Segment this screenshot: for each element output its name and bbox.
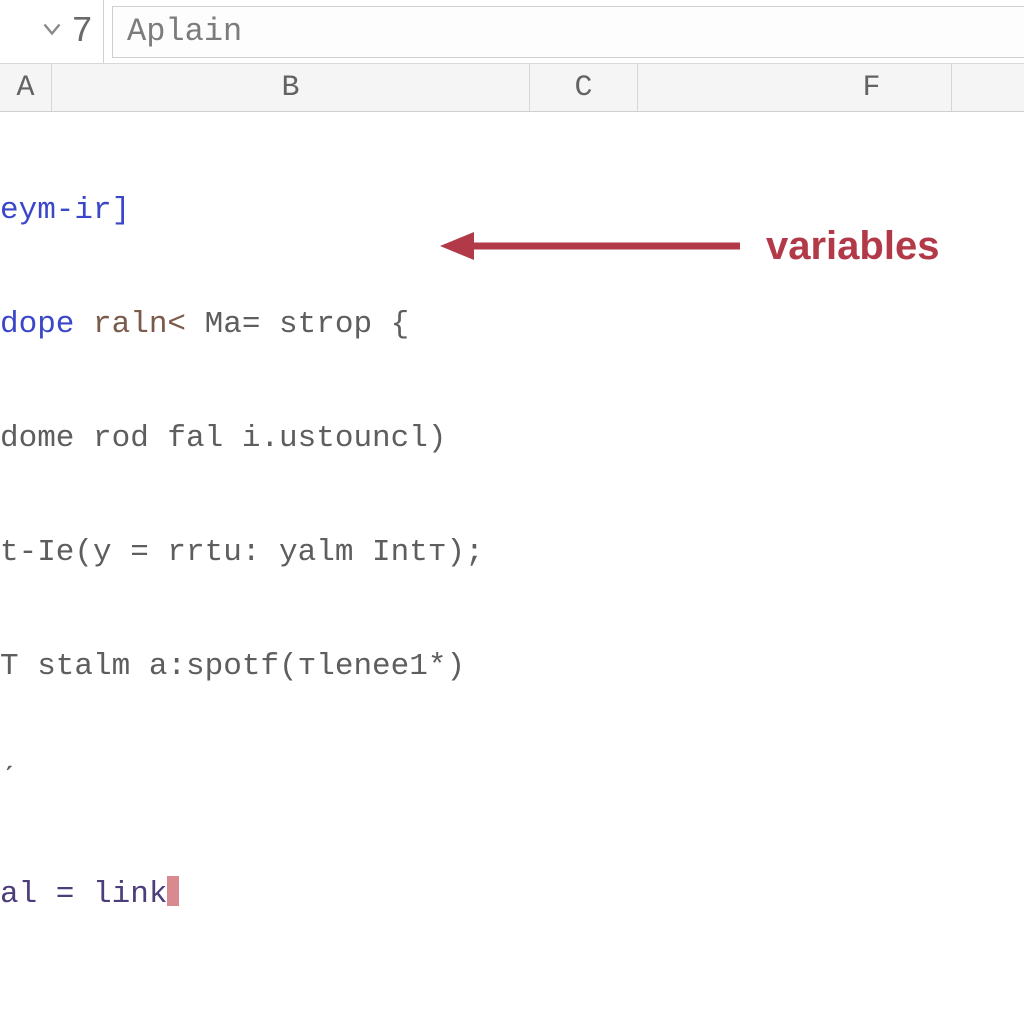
column-header-gap [638, 64, 792, 111]
column-header-row: A B C F [0, 64, 1024, 112]
code-token: T stalm a:spotf(тlenee1*) [0, 649, 465, 684]
code-token: al = link [0, 877, 167, 912]
code-token: t-Ie(y = rrtu: yalm Intт); [0, 535, 484, 570]
code-line: t-Ie(y = rrtu: yalm Intт); [0, 534, 1024, 572]
formula-input[interactable] [112, 6, 1024, 58]
code-line: dome rod fal i.ustouncl) [0, 420, 1024, 458]
code-token: dome rod fal i.ustouncl) [0, 421, 446, 456]
column-header-f[interactable]: F [792, 64, 952, 111]
code-line: ˊ [0, 762, 1024, 800]
chevron-down-icon[interactable] [43, 20, 61, 43]
name-box[interactable]: 7 [0, 0, 104, 63]
code-token: dope [0, 307, 93, 342]
text-cursor [167, 876, 179, 906]
formula-bar: 7 [0, 0, 1024, 64]
annotation: variables [440, 226, 939, 266]
column-header-tail [952, 64, 1024, 111]
code-token: raln< [93, 307, 186, 342]
code-token: Ma= strop { [186, 307, 409, 342]
code-line: al = link [0, 876, 1024, 914]
annotation-label: variables [766, 227, 939, 265]
code-line: eym-ir] [0, 192, 1024, 230]
code-token: ˊ [0, 763, 19, 798]
code-line: T stalm a:spotf(тlenee1*) [0, 648, 1024, 686]
arrow-icon [440, 226, 740, 266]
code-token: eym-ir] [0, 193, 130, 228]
column-header-a[interactable]: A [0, 64, 52, 111]
sheet-body[interactable]: eym-ir] dope raln< Ma= strop { dome rod … [0, 112, 1024, 1024]
code-line: dope raln< Ma= strop { [0, 306, 1024, 344]
column-header-b[interactable]: B [52, 64, 530, 111]
name-box-value: 7 [71, 11, 93, 52]
column-header-c[interactable]: C [530, 64, 638, 111]
